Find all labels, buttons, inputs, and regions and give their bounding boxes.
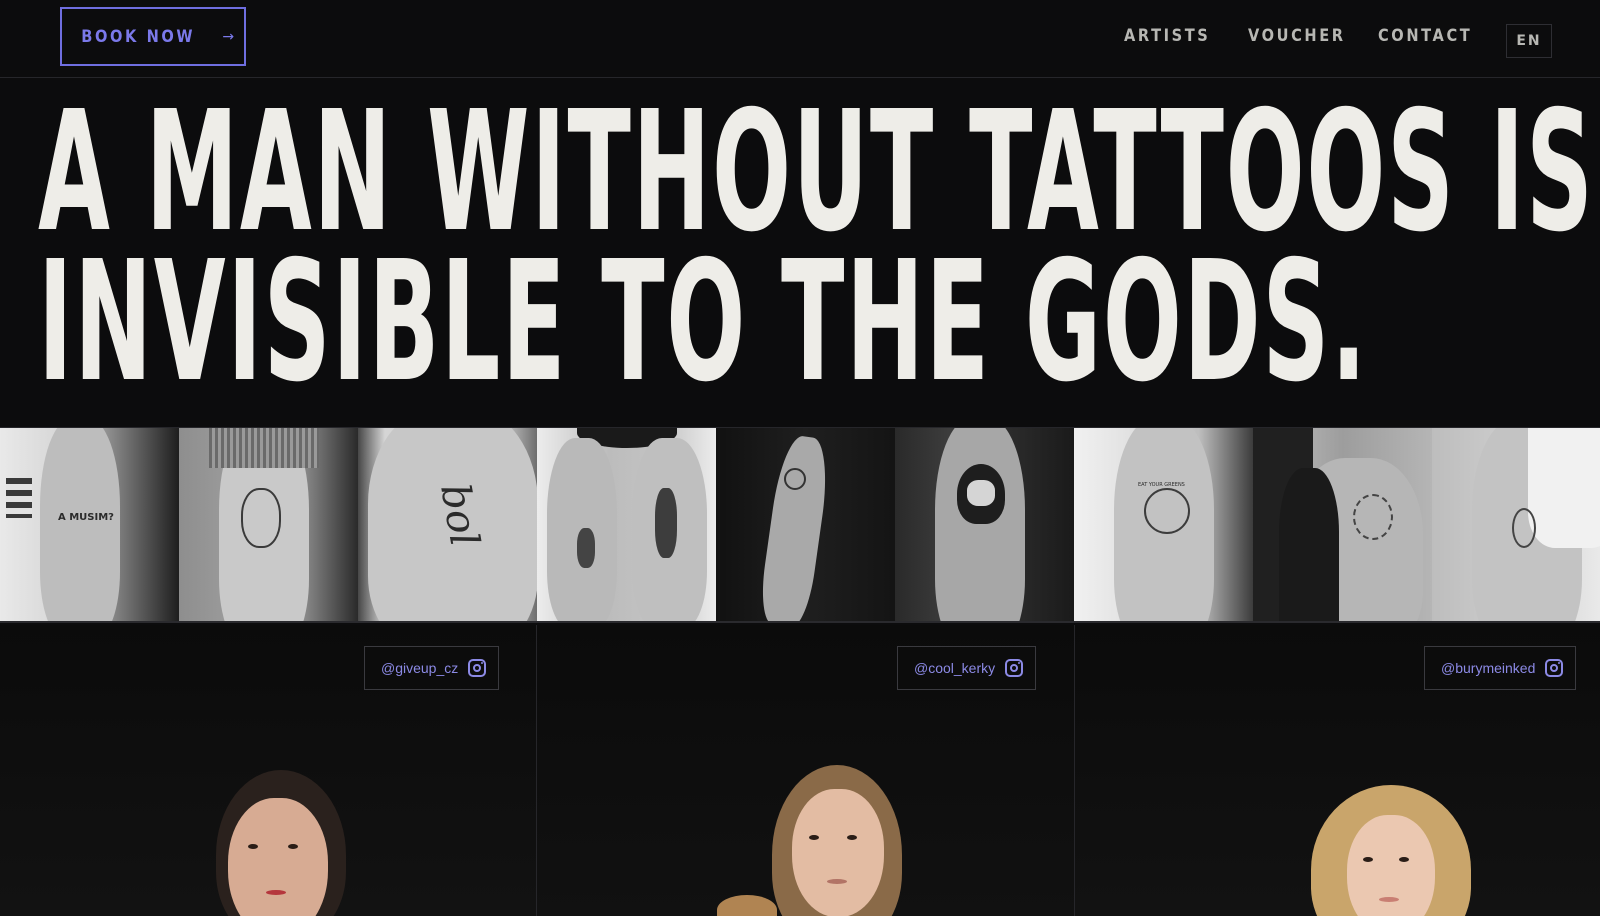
instagram-handle: @cool_kerky xyxy=(914,660,996,676)
tattoo-photo[interactable] xyxy=(895,428,1074,621)
artist-portrait xyxy=(1311,785,1471,916)
instagram-icon xyxy=(468,659,487,677)
arrow-right-icon: → xyxy=(222,28,235,45)
tattoo-photo[interactable] xyxy=(179,428,358,621)
instagram-icon xyxy=(1545,659,1564,677)
tattoo-photo[interactable] xyxy=(716,428,895,621)
hero-headline: A MAN WITHOUT TATTOOS IS INVISIBLE TO TH… xyxy=(38,90,1593,419)
tattoo-photo[interactable]: A MUSIM? xyxy=(0,428,179,621)
language-switch[interactable]: EN xyxy=(1506,24,1552,58)
artist-portrait xyxy=(206,770,356,916)
tattoo-photo[interactable] xyxy=(537,428,716,621)
instagram-handle: @burymeinked xyxy=(1441,660,1536,676)
nav-artists[interactable]: ARTISTS xyxy=(1124,26,1210,46)
site-header: BOOK NOW → ARTISTS VOUCHER CONTACT EN xyxy=(0,0,1600,78)
hero-line-2: INVISIBLE TO THE GODS. xyxy=(38,226,1369,419)
tattoo-photo-strip: A MUSIM? bol EAT YOUR GREENS xyxy=(0,427,1600,623)
book-now-button[interactable]: BOOK NOW → xyxy=(60,7,246,66)
tattoo-photo[interactable] xyxy=(1432,428,1600,621)
tattoo-text: A MUSIM? xyxy=(58,512,114,523)
instagram-handle-link[interactable]: @cool_kerky xyxy=(897,646,1037,690)
nav-contact[interactable]: CONTACT xyxy=(1378,26,1472,46)
nav-voucher[interactable]: VOUCHER xyxy=(1248,26,1346,46)
instagram-handle-link[interactable]: @burymeinked xyxy=(1424,646,1577,690)
artist-portrait xyxy=(717,765,947,916)
artist-card[interactable]: @cool_kerky xyxy=(537,625,1075,916)
artist-cards: @giveup_cz @cool_kerky @burymeinked xyxy=(0,625,1600,916)
tattoo-photo[interactable]: EAT YOUR GREENS xyxy=(1074,428,1253,621)
instagram-handle: @giveup_cz xyxy=(381,660,459,676)
tattoo-photo[interactable] xyxy=(1253,428,1432,621)
artist-card[interactable]: @giveup_cz xyxy=(0,625,537,916)
tattoo-photo[interactable]: bol xyxy=(358,428,537,621)
artist-card[interactable]: @burymeinked xyxy=(1075,625,1600,916)
page: BOOK NOW → ARTISTS VOUCHER CONTACT EN A … xyxy=(0,0,1600,916)
tattoo-text: EAT YOUR GREENS xyxy=(1138,482,1185,488)
book-now-label: BOOK NOW xyxy=(81,26,196,47)
instagram-icon xyxy=(1005,659,1024,677)
instagram-handle-link[interactable]: @giveup_cz xyxy=(364,646,500,690)
